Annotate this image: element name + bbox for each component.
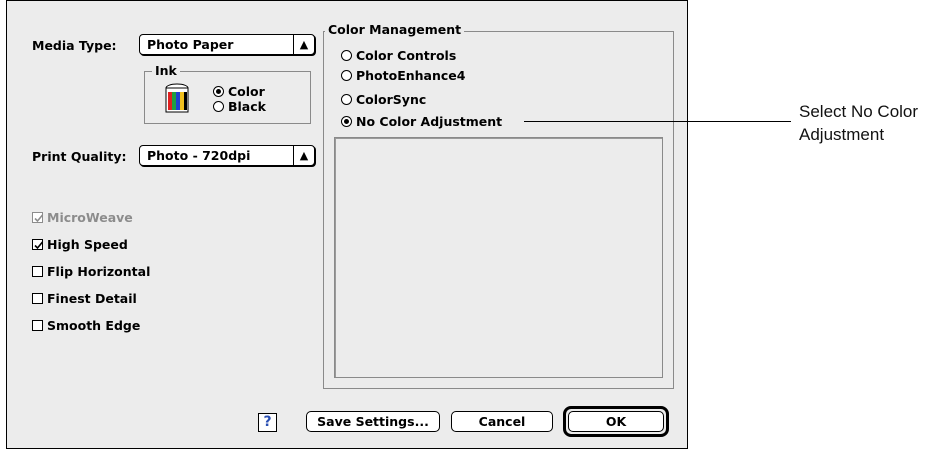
radio-unselected-icon [341,70,352,81]
print-quality-value: Photo - 720dpi [147,148,251,163]
checkbox-unchecked-icon [32,320,43,331]
ink-color-label: Color [228,84,265,99]
smooth-edge-checkbox[interactable]: Smooth Edge [32,318,140,333]
checkbox-unchecked-icon [32,266,43,277]
finest-detail-checkbox[interactable]: Finest Detail [32,291,137,306]
print-quality-label: Print Quality: [32,149,127,164]
radio-unselected-icon [341,94,352,105]
high-speed-checkbox[interactable]: High Speed [32,237,128,252]
ink-black-label: Black [228,99,266,114]
high-speed-label: High Speed [47,237,128,252]
color-controls-label: Color Controls [356,48,457,63]
media-type-label: Media Type: [32,38,117,53]
finest-detail-label: Finest Detail [47,291,137,306]
colorsync-label: ColorSync [356,92,427,107]
no-color-adjustment-label: No Color Adjustment [356,114,503,129]
radio-unselected-icon [213,101,224,112]
color-management-title: Color Management [325,22,465,37]
colorsync-radio[interactable]: ColorSync [341,92,426,107]
no-color-adjustment-radio[interactable]: No Color Adjustment [341,114,502,129]
settings-preview-panel [334,137,663,378]
callout-text: Select No Color Adjustment [799,100,918,146]
print-quality-popup[interactable]: Photo - 720dpi ▲︎ [139,145,315,166]
checkbox-checked-icon [32,212,44,223]
media-type-value: Photo Paper [147,37,234,52]
smooth-edge-label: Smooth Edge [47,318,141,333]
microweave-checkbox: MicroWeave [32,210,133,225]
help-icon[interactable]: ? [258,413,277,432]
updown-arrows-icon: ▲︎ [293,35,314,54]
save-settings-button[interactable]: Save Settings... [306,411,440,432]
checkbox-unchecked-icon [32,293,43,304]
checkbox-checked-icon [32,239,44,250]
callout-line-2: Adjustment [799,125,885,144]
cancel-button[interactable]: Cancel [451,411,553,432]
flip-horizontal-checkbox[interactable]: Flip Horizontal [32,264,150,279]
media-type-popup[interactable]: Photo Paper ▲︎ [139,34,315,55]
ok-button[interactable]: OK [568,411,664,432]
microweave-label: MicroWeave [47,210,133,225]
radio-unselected-icon [341,50,352,61]
ink-color-radio[interactable]: Color [213,84,265,99]
color-controls-radio[interactable]: Color Controls [341,48,456,63]
updown-arrows-icon: ▲︎ [293,146,314,165]
callout-line-1: Select No Color [799,102,919,121]
radio-selected-icon [341,116,352,127]
flip-horizontal-label: Flip Horizontal [47,264,151,279]
print-settings-dialog: Media Type: Photo Paper ▲︎ Ink Color Bla… [6,0,688,449]
photoenhance4-radio[interactable]: PhotoEnhance4 [341,68,465,83]
radio-selected-icon [213,86,224,97]
ink-cartridge-icon [163,83,191,119]
callout-leader-line [524,121,791,122]
ink-black-radio[interactable]: Black [213,99,266,114]
ink-group-title: Ink [152,63,180,78]
photoenhance4-label: PhotoEnhance4 [356,68,466,83]
